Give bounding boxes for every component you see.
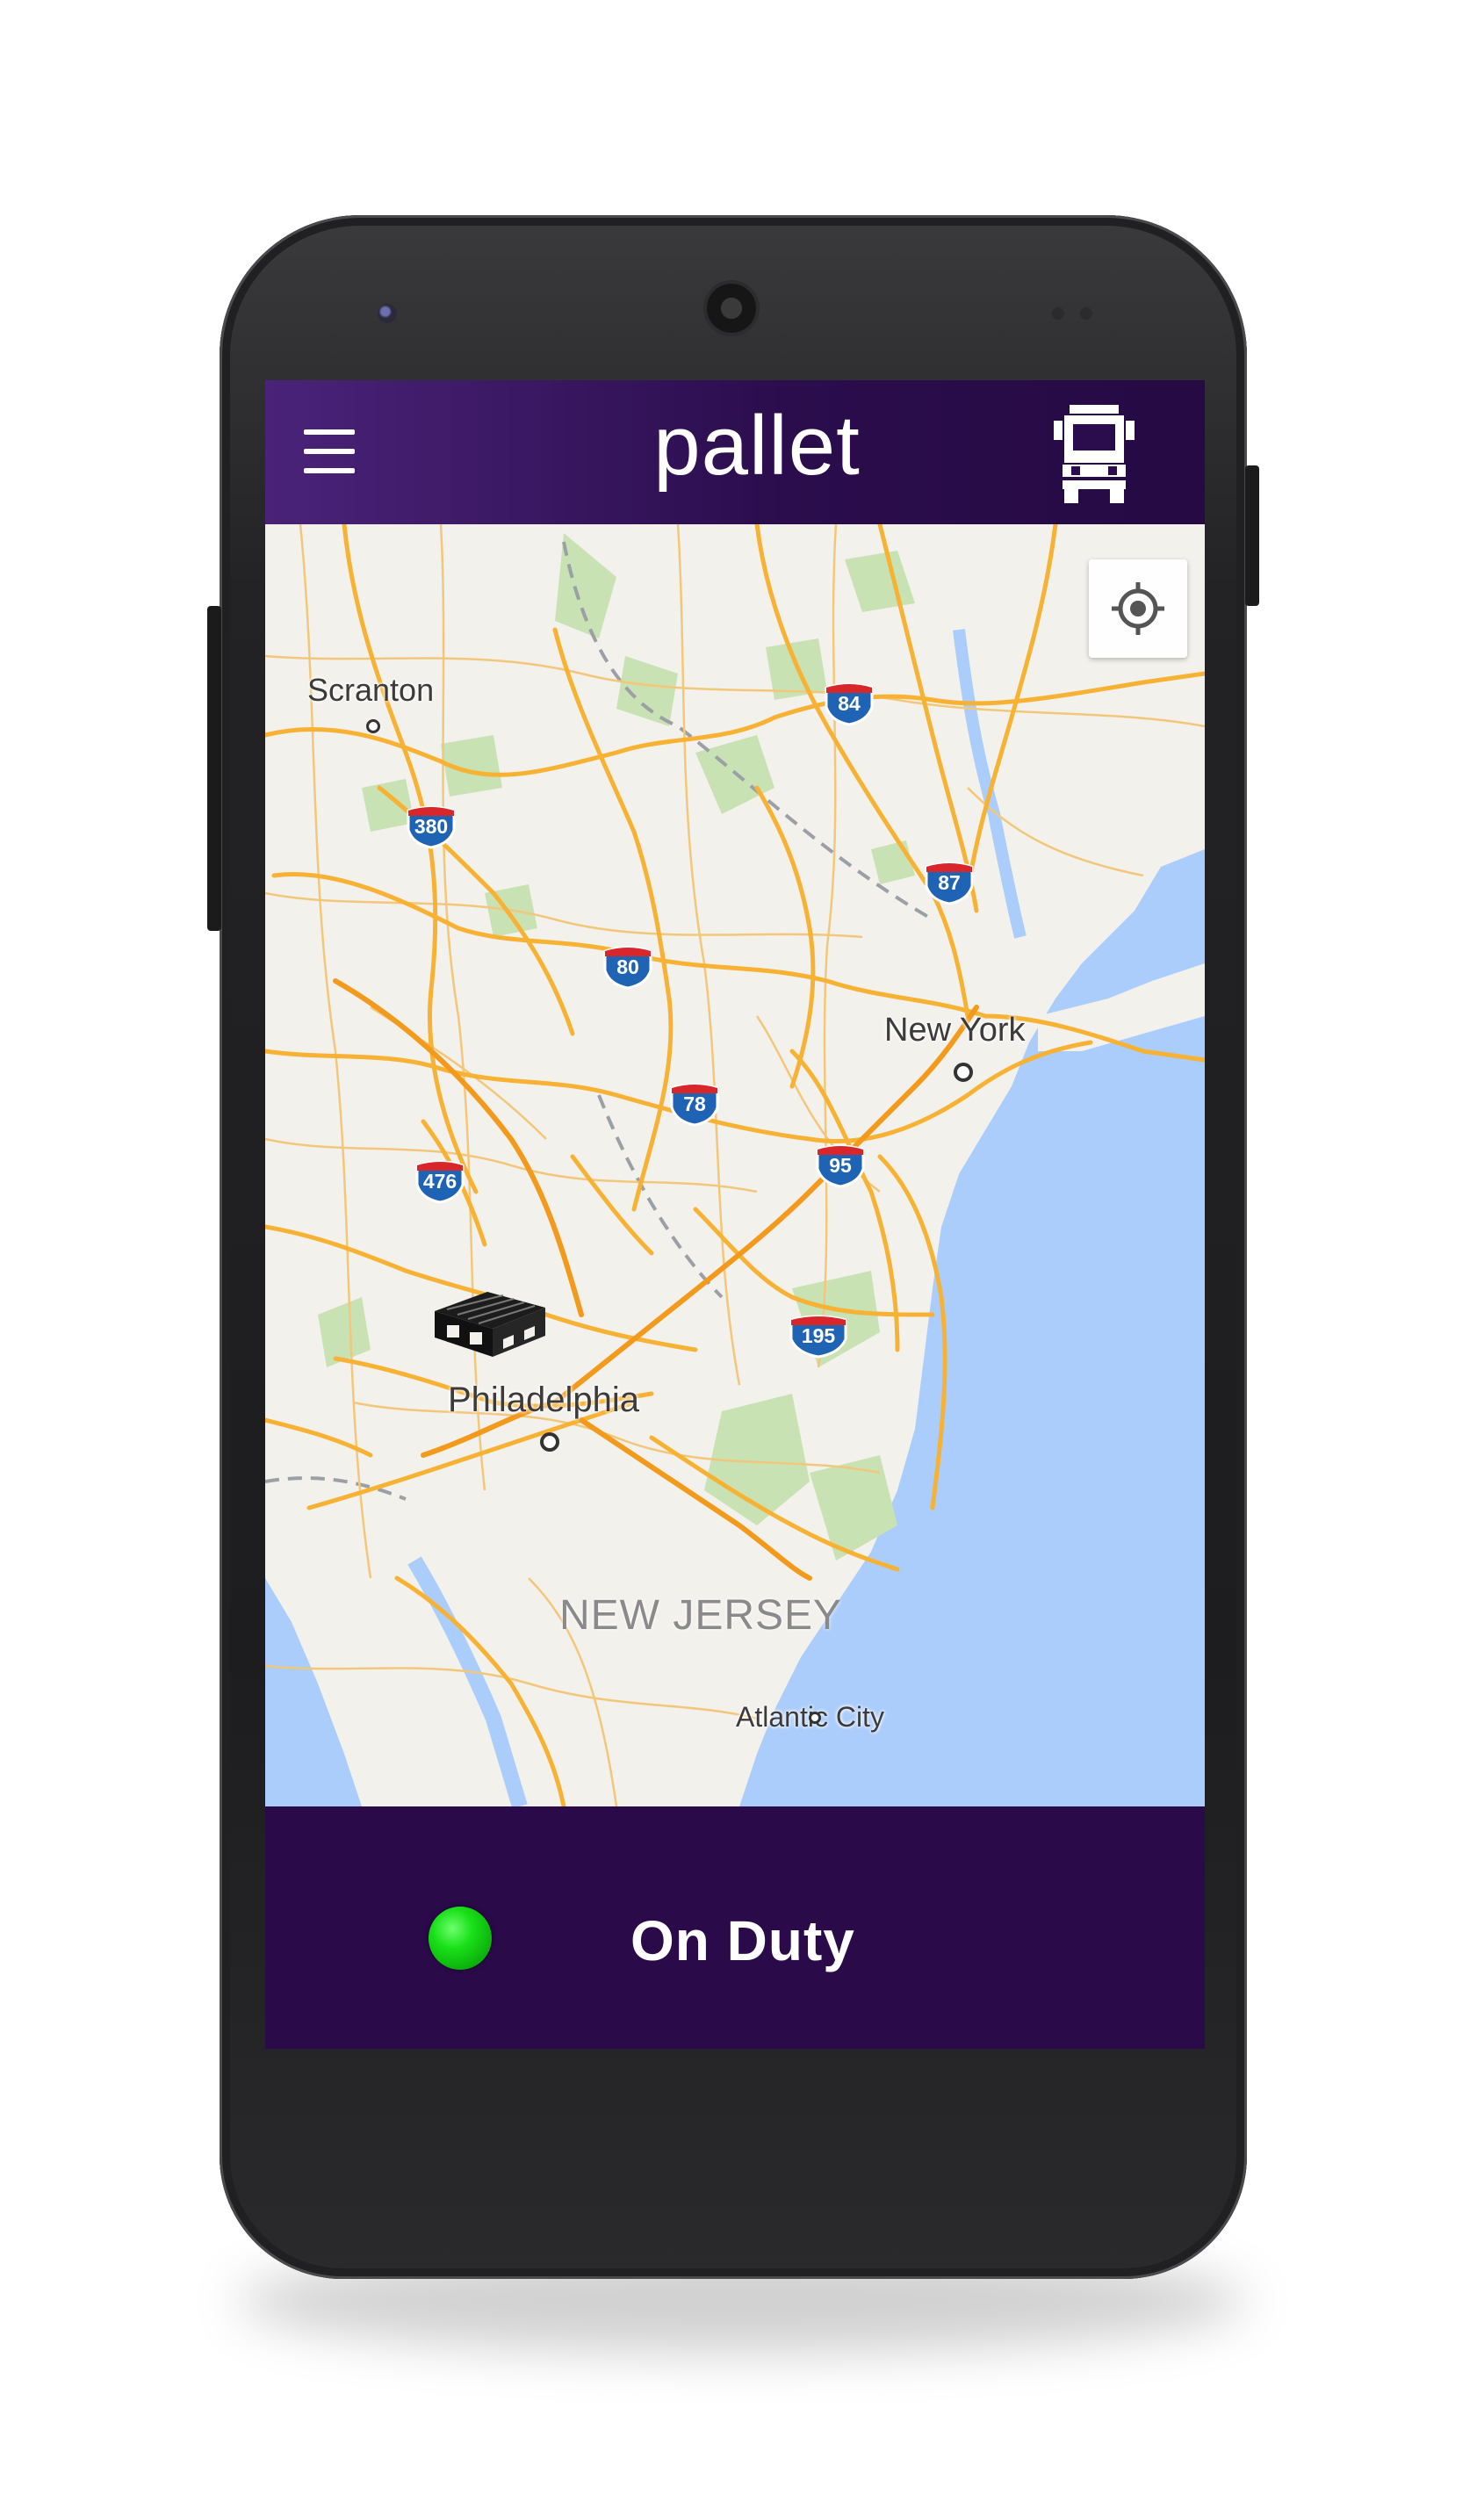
earpiece-speaker <box>707 284 756 333</box>
highway-shield-87: 87 <box>924 858 975 905</box>
highway-shield-87-label: 87 <box>938 871 961 894</box>
highway-shield-476-label: 476 <box>422 1170 457 1193</box>
highway-shield-195: 195 <box>789 1311 848 1359</box>
city-marker-atlantic-city <box>809 1712 821 1724</box>
highway-shield-78: 78 <box>669 1079 720 1127</box>
my-location-icon[interactable] <box>1089 559 1187 658</box>
city-marker-scranton <box>366 719 380 733</box>
city-marker-philadelphia <box>540 1432 559 1452</box>
highway-shield-80: 80 <box>602 942 653 990</box>
highway-shield-195-label: 195 <box>801 1324 836 1347</box>
light-sensor <box>1080 307 1092 320</box>
proximity-sensor <box>1052 307 1064 320</box>
truck-icon[interactable] <box>1050 401 1138 505</box>
duty-status-label: On Duty <box>630 1909 855 1972</box>
city-label-new-york: New York <box>884 1012 1026 1049</box>
front-camera <box>378 304 397 323</box>
highway-shield-380-label: 380 <box>414 815 449 838</box>
volume-button <box>207 606 221 931</box>
status-indicator-icon <box>429 1907 492 1970</box>
highway-shield-78-label: 78 <box>683 1092 706 1115</box>
city-label-scranton: Scranton <box>307 672 435 708</box>
highway-shield-95: 95 <box>815 1141 866 1188</box>
pallet-icon[interactable] <box>426 1287 549 1367</box>
highway-shield-380: 380 <box>406 802 457 849</box>
highway-shield-476: 476 <box>414 1157 465 1204</box>
state-label-new-jersey: NEW JERSEY <box>559 1592 843 1639</box>
app-screen: pallet Scranton New York Philadelphia NE… <box>265 380 1205 2049</box>
city-marker-new-york <box>954 1063 973 1082</box>
power-button <box>1245 465 1259 606</box>
highway-shield-84-label: 84 <box>838 692 861 715</box>
highway-shield-95-label: 95 <box>829 1154 852 1177</box>
highway-shield-84: 84 <box>824 679 875 726</box>
duty-status-bar[interactable]: On Duty <box>265 1806 1205 2049</box>
app-bar: pallet <box>265 380 1205 524</box>
highway-shield-80-label: 80 <box>616 955 639 978</box>
city-label-philadelphia: Philadelphia <box>448 1381 639 1419</box>
map-view[interactable]: Scranton New York Philadelphia NEW JERSE… <box>265 524 1205 1806</box>
